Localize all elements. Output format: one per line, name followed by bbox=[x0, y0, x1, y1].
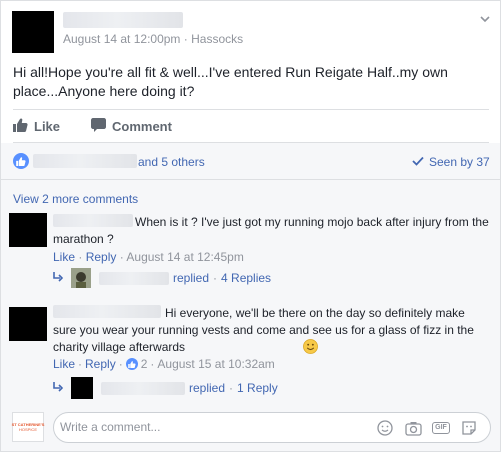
comment-input[interactable] bbox=[60, 420, 360, 434]
comments-section bbox=[1, 143, 500, 451]
comment-composer[interactable]: GIF bbox=[53, 412, 491, 443]
dot-separator: · bbox=[119, 250, 124, 264]
like-button[interactable]: Like bbox=[13, 118, 60, 135]
comment-icon bbox=[91, 118, 106, 135]
replier-name[interactable] bbox=[101, 381, 185, 395]
like-reaction-icon bbox=[13, 153, 29, 169]
comment-actions: Like · Reply · August 14 at 12:45pm bbox=[53, 250, 244, 264]
seen-by-label: Seen by 37 bbox=[429, 155, 490, 169]
comment-timestamp[interactable]: August 15 at 10:32am bbox=[157, 357, 274, 371]
divider bbox=[1, 179, 500, 180]
reply-arrow-icon bbox=[53, 271, 64, 285]
dot-separator: · bbox=[118, 357, 123, 371]
comment-reply-button[interactable]: Reply bbox=[85, 357, 116, 371]
divider bbox=[13, 109, 489, 110]
post-meta: August 14 at 12:00pm · Hassocks bbox=[63, 32, 243, 46]
camera-icon[interactable] bbox=[404, 419, 422, 437]
comment-text: When is it ? I've just got my running mo… bbox=[53, 214, 493, 248]
comment-text: Hi everyone, we'll be there on the day s… bbox=[53, 305, 491, 359]
smile-emoji-icon bbox=[191, 339, 319, 359]
gif-label: GIF bbox=[432, 422, 450, 434]
commenter-avatar[interactable] bbox=[9, 213, 47, 247]
gif-icon[interactable]: GIF bbox=[432, 419, 450, 437]
dot-separator: · bbox=[150, 357, 155, 371]
comment-actions: Like · Reply · 2 · August 15 at 10:32am bbox=[53, 357, 275, 371]
reaction-others[interactable]: and 5 others bbox=[138, 155, 205, 169]
comment-like-button[interactable]: Like bbox=[53, 357, 75, 371]
reactor-names[interactable] bbox=[33, 154, 137, 168]
replies-count[interactable]: 1 Reply bbox=[237, 381, 278, 395]
comment-like-button[interactable]: Like bbox=[53, 250, 75, 264]
post-text: Hi all!Hope you're all fit & well...I've… bbox=[13, 64, 448, 99]
brand-logo-line: HOSPICE bbox=[18, 427, 37, 432]
replier-avatar[interactable] bbox=[71, 377, 93, 399]
replied-label: replied bbox=[173, 271, 210, 285]
checkmark-icon bbox=[412, 155, 424, 169]
like-label: Like bbox=[34, 119, 61, 134]
dot-separator: · bbox=[78, 250, 83, 264]
post-location[interactable]: Hassocks bbox=[191, 32, 243, 46]
thumbs-up-icon bbox=[13, 118, 28, 135]
author-name[interactable] bbox=[63, 12, 183, 28]
post-card: August 14 at 12:00pm · Hassocks Hi all!H… bbox=[0, 0, 501, 452]
meta-separator: · bbox=[183, 32, 188, 46]
comment-like-count[interactable]: 2 bbox=[141, 357, 148, 371]
replies-count[interactable]: 4 Replies bbox=[221, 271, 271, 285]
post-options-chevron-icon[interactable] bbox=[479, 13, 491, 25]
replies-summary[interactable]: replied · 4 Replies bbox=[53, 268, 271, 288]
emoji-icon[interactable] bbox=[376, 419, 394, 437]
dot-separator: · bbox=[78, 357, 83, 371]
comment-like-icon bbox=[125, 358, 138, 370]
comment-body: When is it ? I've just got my running mo… bbox=[53, 215, 489, 246]
view-more-comments-link[interactable]: View 2 more comments bbox=[13, 192, 138, 206]
seen-by[interactable]: Seen by 37 bbox=[412, 155, 490, 169]
post-timestamp[interactable]: August 14 at 12:00pm bbox=[63, 32, 180, 46]
sticker-icon[interactable] bbox=[460, 419, 478, 437]
replied-label: replied bbox=[189, 381, 226, 395]
comment-label: Comment bbox=[112, 119, 172, 134]
commenter-avatar[interactable] bbox=[9, 307, 47, 341]
dot-separator: · bbox=[229, 381, 234, 395]
comment-timestamp[interactable]: August 14 at 12:45pm bbox=[126, 250, 243, 264]
reply-arrow-icon bbox=[53, 381, 64, 395]
replies-summary[interactable]: replied · 1 Reply bbox=[53, 377, 278, 399]
author-avatar[interactable] bbox=[12, 11, 54, 53]
dot-separator: · bbox=[213, 271, 218, 285]
replier-name[interactable] bbox=[99, 271, 169, 285]
comment-button[interactable]: Comment bbox=[91, 118, 172, 135]
composer-avatar: ST CATHERINE'S HOSPICE bbox=[12, 412, 44, 442]
replier-avatar[interactable] bbox=[71, 268, 91, 288]
comment-reply-button[interactable]: Reply bbox=[86, 250, 117, 264]
